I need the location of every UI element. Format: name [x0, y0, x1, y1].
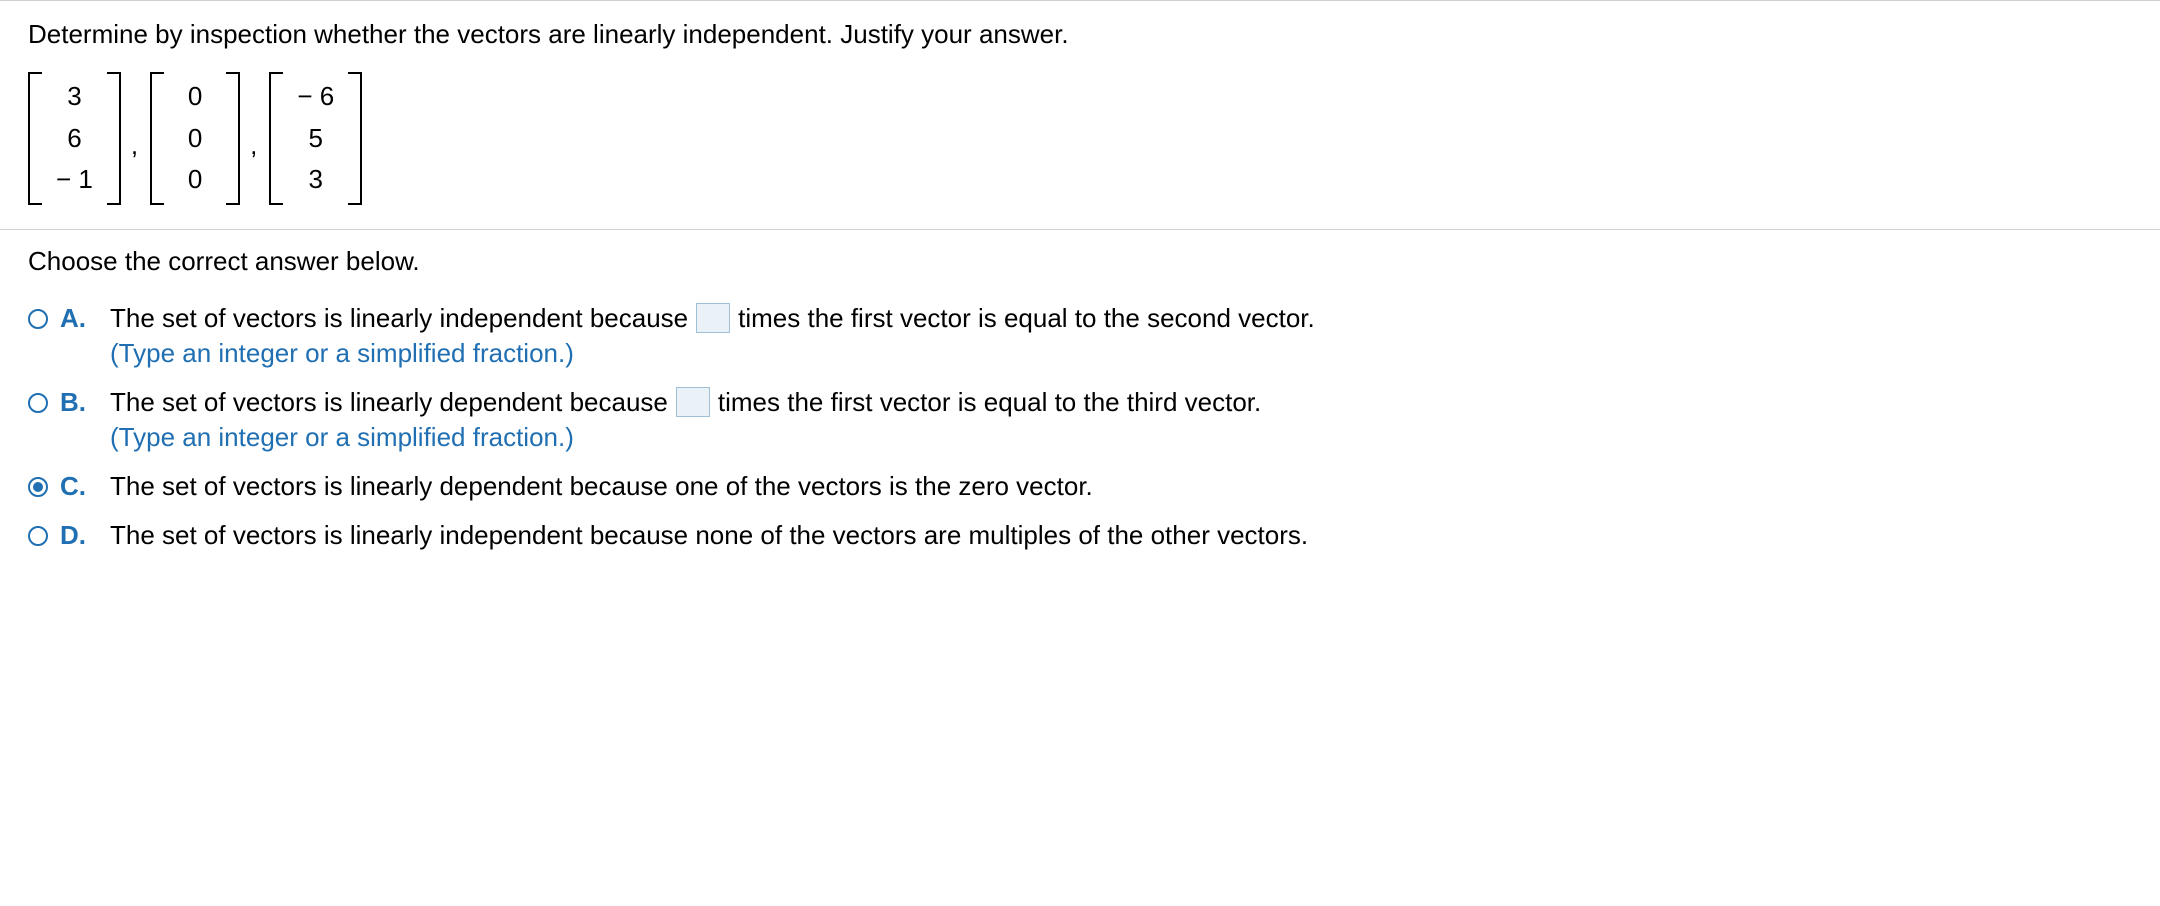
option-c-text: The set of vectors is linearly dependent…	[110, 471, 1093, 502]
option-body: The set of vectors is linearly independe…	[110, 520, 1308, 551]
option-letter: D.	[60, 520, 88, 551]
option-body: The set of vectors is linearly independe…	[110, 303, 1315, 369]
separator: ,	[248, 130, 261, 161]
options-list: A. The set of vectors is linearly indepe…	[28, 303, 2132, 551]
option-letter: C.	[60, 471, 88, 502]
option-body: The set of vectors is linearly dependent…	[110, 387, 1261, 453]
question-prompt: Determine by inspection whether the vect…	[28, 19, 2132, 50]
option-b-text-after: times the first vector is equal to the t…	[718, 387, 1261, 418]
option-a-text-after: times the first vector is equal to the s…	[738, 303, 1315, 334]
bracket-right-icon	[107, 72, 121, 205]
option-b[interactable]: B. The set of vectors is linearly depend…	[28, 387, 2132, 453]
radio-b[interactable]	[28, 393, 48, 413]
option-body: The set of vectors is linearly dependent…	[110, 471, 1093, 502]
option-c[interactable]: C. The set of vectors is linearly depend…	[28, 471, 2132, 502]
vector-1: 3 6 − 1	[28, 72, 121, 205]
option-letter: B.	[60, 387, 88, 418]
answer-block: Choose the correct answer below. A. The …	[0, 230, 2160, 575]
bracket-left-icon	[269, 72, 283, 205]
bracket-right-icon	[226, 72, 240, 205]
v1-r1: 3	[57, 76, 91, 118]
v3-r3: 3	[299, 159, 333, 201]
radio-d[interactable]	[28, 526, 48, 546]
option-letter: A.	[60, 303, 88, 334]
option-a[interactable]: A. The set of vectors is linearly indepe…	[28, 303, 2132, 369]
v1-r3: − 1	[56, 159, 93, 201]
option-d[interactable]: D. The set of vectors is linearly indepe…	[28, 520, 2132, 551]
choose-label: Choose the correct answer below.	[28, 246, 2132, 277]
option-b-input[interactable]	[676, 387, 710, 417]
v3-r2: 5	[299, 118, 333, 160]
vector-3: − 6 5 3	[269, 72, 362, 205]
v3-r1: − 6	[297, 76, 334, 118]
v2-r2: 0	[178, 118, 212, 160]
v2-r3: 0	[178, 159, 212, 201]
radio-c[interactable]	[28, 477, 48, 497]
option-a-input[interactable]	[696, 303, 730, 333]
option-a-text-before: The set of vectors is linearly independe…	[110, 303, 688, 334]
radio-a[interactable]	[28, 309, 48, 329]
option-b-hint: (Type an integer or a simplified fractio…	[110, 422, 1261, 453]
question-block: Determine by inspection whether the vect…	[0, 1, 2160, 230]
v1-r2: 6	[57, 118, 91, 160]
option-d-text: The set of vectors is linearly independe…	[110, 520, 1308, 551]
question-container: Determine by inspection whether the vect…	[0, 0, 2160, 575]
v2-r1: 0	[178, 76, 212, 118]
option-b-text-before: The set of vectors is linearly dependent…	[110, 387, 668, 418]
vectors-row: 3 6 − 1 , 0 0 0 , − 6	[28, 72, 2132, 205]
bracket-right-icon	[348, 72, 362, 205]
bracket-left-icon	[150, 72, 164, 205]
option-a-hint: (Type an integer or a simplified fractio…	[110, 338, 1315, 369]
separator: ,	[129, 130, 142, 161]
vector-2: 0 0 0	[150, 72, 240, 205]
bracket-left-icon	[28, 72, 42, 205]
